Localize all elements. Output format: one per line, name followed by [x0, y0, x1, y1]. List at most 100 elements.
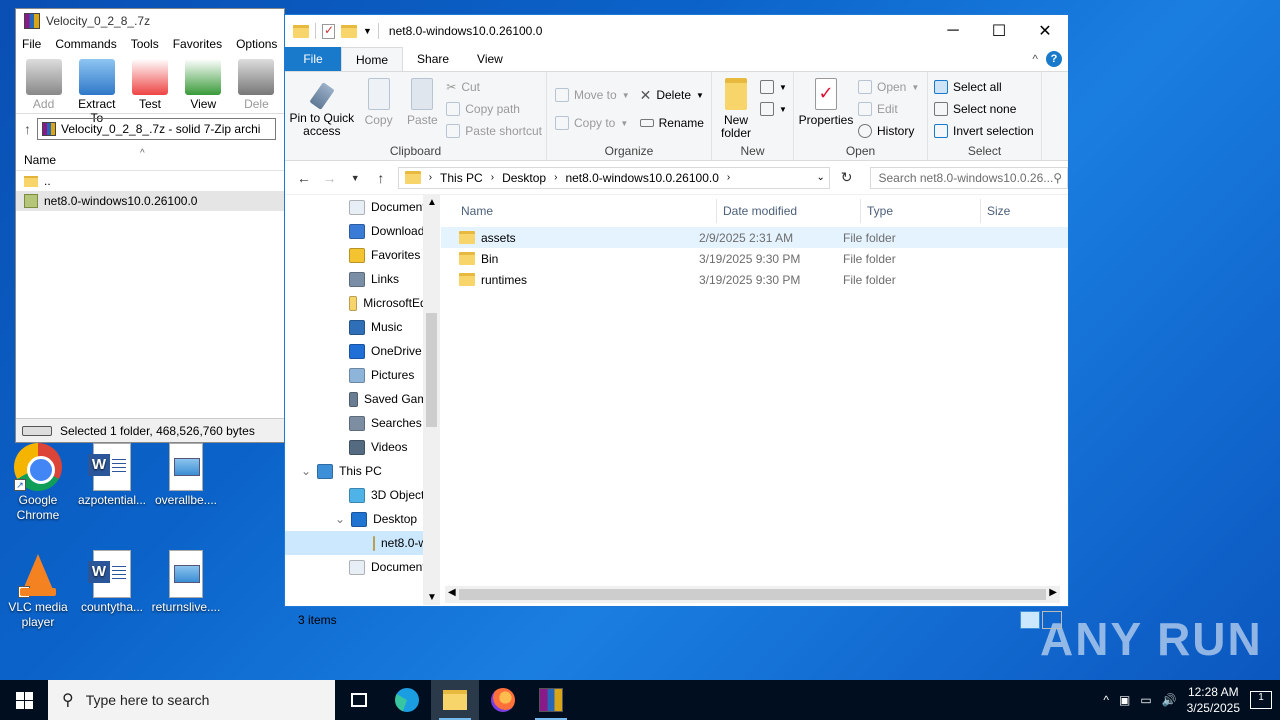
select-none-button[interactable]: Select none	[934, 100, 1034, 118]
copy-to-button[interactable]: Copy to ▼	[555, 114, 630, 132]
scroll-left-icon[interactable]: ◀	[448, 587, 456, 598]
new-item-button[interactable]: ▼	[760, 78, 787, 96]
file-horizontal-scrollbar[interactable]: ◀ ▶	[445, 586, 1060, 603]
up-arrow-icon[interactable]: ↑	[24, 121, 31, 137]
file-row[interactable]: assets 2/9/2025 2:31 AM File folder	[441, 227, 1068, 248]
desktop-icon[interactable]: returnslive....	[148, 550, 224, 615]
desktop-icon[interactable]: overallbe....	[148, 443, 224, 508]
rename-button[interactable]: Rename	[639, 114, 704, 132]
nav-item[interactable]: net8.0-windo	[285, 531, 440, 555]
taskbar-winrar[interactable]	[527, 680, 575, 720]
column-size[interactable]: Size	[981, 199, 1061, 223]
collapse-ribbon-icon[interactable]: ^	[1032, 52, 1038, 66]
column-date-modified[interactable]: Date modified	[717, 199, 861, 223]
tab-view[interactable]: View	[463, 47, 517, 71]
file-row[interactable]: runtimes 3/19/2025 9:30 PM File folder	[441, 269, 1068, 290]
new-folder-button[interactable]: New folder	[716, 76, 756, 142]
network-icon[interactable]: ▭	[1140, 693, 1151, 707]
large-icons-view-icon[interactable]	[1042, 611, 1062, 629]
winrar-tool-button[interactable]: Add	[22, 59, 65, 111]
taskbar-firefox[interactable]	[479, 680, 527, 720]
recent-locations-icon[interactable]: ▼	[346, 173, 364, 183]
history-button[interactable]: History	[858, 122, 919, 140]
nav-item[interactable]: Documents	[285, 555, 440, 579]
desktop-icon[interactable]: ↗ Google Chrome	[0, 443, 76, 523]
winrar-tool-button[interactable]: Dele	[235, 59, 278, 111]
copy-path-button[interactable]: Copy path	[446, 100, 542, 118]
start-button[interactable]	[0, 680, 48, 720]
tab-share[interactable]: Share	[403, 47, 463, 71]
tab-file[interactable]: File	[285, 47, 341, 71]
taskbar-search[interactable]: ⚲ Type here to search	[48, 680, 335, 720]
copy-button[interactable]: Copy	[359, 76, 399, 142]
easy-access-button[interactable]: ▼	[760, 100, 787, 118]
chevron-up-icon[interactable]: ^	[1103, 693, 1109, 707]
help-icon[interactable]: ?	[1046, 51, 1062, 67]
nav-item[interactable]: OneDrive	[285, 339, 440, 363]
nav-item[interactable]: Pictures	[285, 363, 440, 387]
winrar-tool-button[interactable]: Extract To	[75, 59, 118, 125]
properties-button[interactable]: ✓ Properties	[798, 76, 854, 142]
file-row[interactable]: Bin 3/19/2025 9:30 PM File folder	[441, 248, 1068, 269]
pin-quick-access-button[interactable]: Pin to Quick access	[289, 76, 355, 142]
minimize-button[interactable]: ─	[930, 15, 976, 47]
winrar-menu-item[interactable]: Favorites	[173, 37, 222, 51]
delete-button[interactable]: ✕ Delete ▼	[640, 86, 704, 104]
tab-home[interactable]: Home	[341, 47, 404, 71]
nav-scrollbar-thumb[interactable]	[426, 313, 437, 427]
taskbar-file-explorer[interactable]	[431, 680, 479, 720]
volume-icon[interactable]: 🔊	[1162, 693, 1177, 707]
maximize-button[interactable]: ☐	[976, 15, 1022, 47]
nav-item[interactable]: Saved Games	[285, 387, 440, 411]
winrar-menu-item[interactable]: Commands	[55, 37, 116, 51]
nav-item[interactable]: Searches	[285, 411, 440, 435]
search-input[interactable]: Search net8.0-windows10.0.26... ⚲	[869, 166, 1068, 189]
notifications-icon[interactable]: 1	[1250, 691, 1272, 709]
winrar-address-box[interactable]: Velocity_0_2_8_.7z - solid 7-Zip archi	[37, 117, 276, 140]
nav-item[interactable]: Videos	[285, 435, 440, 459]
move-to-button[interactable]: Move to ▼	[555, 86, 630, 104]
breadcrumb-desktop[interactable]: Desktop	[502, 171, 546, 185]
expand-chevron-icon[interactable]: ⌄	[335, 512, 345, 526]
edit-button[interactable]: Edit	[858, 100, 919, 118]
winrar-column-name[interactable]: Name ^	[16, 148, 284, 171]
chevron-down-icon[interactable]: ▼	[363, 26, 372, 36]
winrar-menu-item[interactable]: Options	[236, 37, 277, 51]
chevron-down-icon[interactable]: ⌄	[816, 172, 828, 183]
nav-item[interactable]: Music	[285, 315, 440, 339]
taskbar-edge[interactable]	[383, 680, 431, 720]
nav-scrollbar[interactable]: ▲ ▼	[423, 195, 440, 605]
forward-arrow-icon[interactable]: →	[321, 170, 339, 186]
breadcrumb-this-pc[interactable]: This PC	[440, 171, 483, 185]
winrar-menu-item[interactable]: File	[22, 37, 41, 51]
task-view-button[interactable]	[335, 680, 383, 720]
nav-item[interactable]: 3D Objects	[285, 483, 440, 507]
nav-item[interactable]: Downloads	[285, 219, 440, 243]
scroll-right-icon[interactable]: ▶	[1049, 587, 1057, 598]
nav-item[interactable]: ⌄ Desktop	[285, 507, 440, 531]
cut-button[interactable]: ✂ Cut	[446, 78, 542, 96]
scroll-up-icon[interactable]: ▲	[427, 197, 437, 208]
winrar-list-item[interactable]: net8.0-windows10.0.26100.0	[16, 191, 284, 211]
invert-selection-button[interactable]: Invert selection	[934, 122, 1034, 140]
up-arrow-icon[interactable]: ↑	[372, 170, 390, 186]
horizontal-scrollbar-thumb[interactable]	[459, 589, 1046, 600]
desktop-icon[interactable]: countytha...	[74, 550, 150, 615]
paste-button[interactable]: Paste	[402, 76, 442, 142]
back-arrow-icon[interactable]: ←	[295, 170, 313, 186]
device-icon[interactable]: ▣	[1119, 693, 1130, 707]
breadcrumb[interactable]: › This PC › Desktop › net8.0-windows10.0…	[397, 166, 830, 189]
winrar-list-item[interactable]: ..	[16, 171, 284, 191]
winrar-tool-button[interactable]: Test	[128, 59, 171, 111]
nav-item[interactable]: Documents	[285, 195, 440, 219]
desktop-icon[interactable]: ↗ VLC media player	[0, 550, 76, 630]
winrar-menu-item[interactable]: Tools	[131, 37, 159, 51]
nav-item[interactable]: Favorites	[285, 243, 440, 267]
breadcrumb-current[interactable]: net8.0-windows10.0.26100.0	[565, 171, 718, 185]
explorer-titlebar[interactable]: ▼ net8.0-windows10.0.26100.0 ─ ☐ ✕	[285, 15, 1068, 47]
paste-shortcut-button[interactable]: Paste shortcut	[446, 122, 542, 140]
nav-item[interactable]: Links	[285, 267, 440, 291]
scroll-down-icon[interactable]: ▼	[427, 592, 437, 603]
clock[interactable]: 12:28 AM 3/25/2025	[1187, 684, 1240, 716]
close-button[interactable]: ✕	[1022, 15, 1068, 47]
